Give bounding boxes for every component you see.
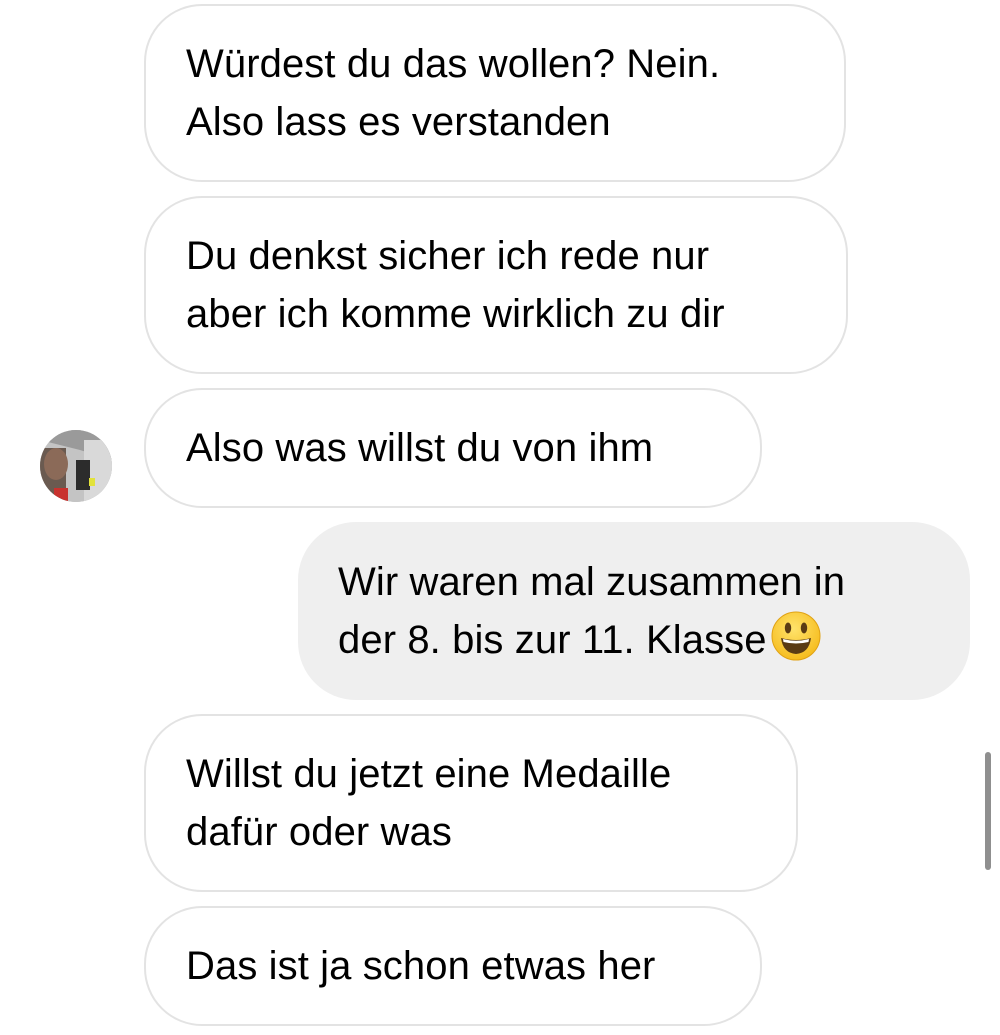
message-text-line: der 8. bis zur 11. Klasse — [338, 618, 767, 662]
message-text: Wir waren mal zusammen in der 8. bis zur… — [338, 553, 845, 669]
received-message-bubble[interactable]: Würdest du das wollen? Nein. Also lass e… — [144, 4, 846, 182]
smiley-emoji-icon — [771, 611, 821, 661]
message-text: Würdest du das wollen? Nein. Also lass e… — [186, 42, 721, 144]
received-message-bubble[interactable]: Du denkst sicher ich rede nur aber ich k… — [144, 196, 848, 374]
received-message-bubble[interactable]: Also was willst du von ihm — [144, 388, 762, 508]
avatar-photo-icon — [40, 430, 112, 502]
message-text: Das ist ja schon etwas her — [186, 944, 656, 988]
contact-avatar[interactable] — [40, 430, 112, 502]
message-text-line: Wir waren mal zusammen in — [338, 560, 846, 604]
received-message-bubble[interactable]: Willst du jetzt eine Medaille dafür oder… — [144, 714, 798, 892]
message-text: Also was willst du von ihm — [186, 426, 654, 470]
scrollbar-thumb[interactable] — [985, 752, 991, 870]
received-message-bubble[interactable]: Das ist ja schon etwas her — [144, 906, 762, 1026]
message-text: Willst du jetzt eine Medaille dafür oder… — [186, 752, 672, 854]
sent-message-bubble[interactable]: Wir waren mal zusammen in der 8. bis zur… — [298, 522, 970, 700]
message-text: Du denkst sicher ich rede nur aber ich k… — [186, 234, 725, 336]
